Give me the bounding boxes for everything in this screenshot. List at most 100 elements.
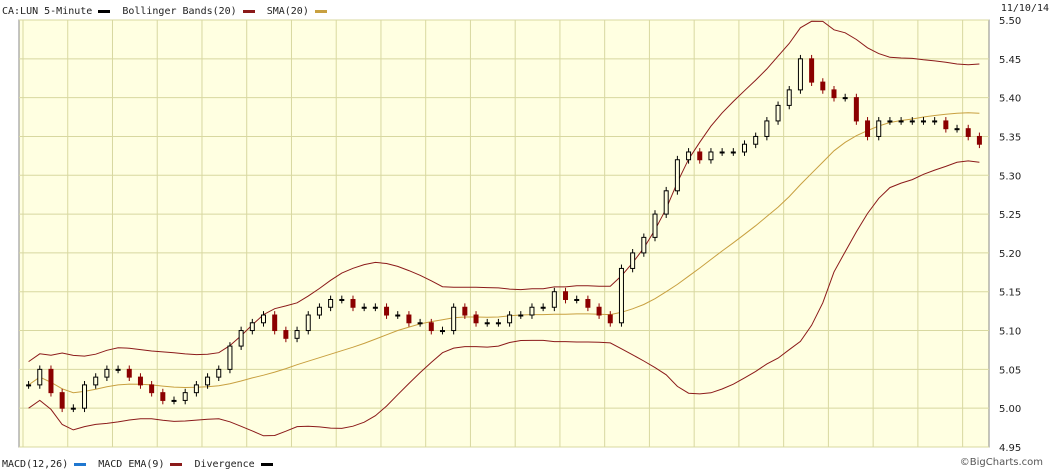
candle-body xyxy=(305,314,311,332)
candle-body xyxy=(943,120,949,130)
candle-body xyxy=(26,384,32,387)
candle-body xyxy=(484,322,490,325)
macd-label: MACD(12,26) xyxy=(2,458,69,470)
candle-body xyxy=(775,104,781,122)
candle-body xyxy=(451,306,457,332)
y-tick-label: 5.40 xyxy=(999,94,1021,105)
credit-text: ©BigCharts.com xyxy=(959,457,1043,468)
candle-body xyxy=(473,314,479,324)
candle-body xyxy=(182,392,188,401)
candle-body xyxy=(719,151,725,154)
candle-body xyxy=(126,368,132,378)
candle-body xyxy=(272,314,278,332)
candle-body xyxy=(249,322,255,332)
candle-body xyxy=(876,120,882,137)
candle-body xyxy=(540,306,546,309)
candle-body xyxy=(294,330,300,339)
candle-body xyxy=(887,120,893,123)
candle-body xyxy=(607,314,613,324)
candle-body xyxy=(104,368,110,378)
y-tick-label: 5.35 xyxy=(999,132,1021,143)
macd-ema-label: MACD EMA(9) xyxy=(98,458,165,470)
y-tick-label: 4.95 xyxy=(999,443,1021,454)
y-tick-label: 5.45 xyxy=(999,55,1021,66)
candle-body xyxy=(965,128,971,137)
candle-body xyxy=(529,306,535,316)
plot-area xyxy=(18,19,990,448)
candle-body xyxy=(753,135,759,145)
candle-body xyxy=(585,298,591,308)
candle-body xyxy=(439,330,445,333)
candle-body xyxy=(932,120,938,123)
candle-body xyxy=(518,314,524,317)
candle-body xyxy=(316,306,322,316)
candle-body xyxy=(551,291,557,308)
candle-body xyxy=(261,314,266,324)
candle-body xyxy=(831,89,837,99)
macd-ema-swatch xyxy=(170,462,183,466)
candle-body xyxy=(641,236,647,254)
candle-body xyxy=(59,392,65,409)
y-tick-label: 5.00 xyxy=(999,404,1021,415)
candle-body xyxy=(507,314,513,324)
candle-body xyxy=(596,306,602,316)
candle-body xyxy=(328,298,334,308)
divergence-swatch xyxy=(260,462,273,466)
candle-body xyxy=(395,314,401,317)
candle-body xyxy=(406,314,412,324)
candle-body xyxy=(976,135,982,145)
candle-body xyxy=(137,376,143,386)
price-chart-svg: 5.50 5.45 5.40 5.35 5.30 5.25 5.20 5.15 5.10 5.05… xyxy=(18,16,1021,454)
candle-body xyxy=(920,120,926,123)
candle-body xyxy=(865,120,871,137)
candle-body xyxy=(428,322,434,332)
candle-body xyxy=(909,120,915,123)
candle-body xyxy=(574,298,580,301)
y-tick-label: 5.15 xyxy=(999,288,1021,299)
candle-body xyxy=(797,58,803,91)
candle-body xyxy=(227,345,233,370)
candle-body xyxy=(193,384,199,394)
candle-body xyxy=(37,368,43,386)
candle-body xyxy=(674,159,680,192)
candle-body xyxy=(652,213,658,238)
candle-body xyxy=(70,407,76,410)
candle-body xyxy=(618,267,624,324)
macd-swatch xyxy=(74,462,87,466)
candle-body xyxy=(686,151,692,161)
candle-body xyxy=(697,151,703,161)
y-tick-label: 5.30 xyxy=(999,171,1021,182)
candle-body xyxy=(216,368,222,378)
candle-body xyxy=(462,306,468,316)
candle-body xyxy=(842,97,848,100)
candle-body xyxy=(48,368,54,394)
chart-panel: CA:LUN 5-Minute Bollinger Bands(20) SMA(… xyxy=(0,0,1055,475)
candle-body xyxy=(898,120,904,123)
candle-body xyxy=(384,306,390,316)
candle-body xyxy=(149,384,155,394)
divergence-label: Divergence xyxy=(194,458,255,470)
y-tick-label: 5.50 xyxy=(999,16,1021,27)
candle-body xyxy=(339,298,345,301)
candle-body xyxy=(205,376,211,386)
candle-body xyxy=(630,252,636,269)
candle-body xyxy=(372,306,378,309)
candle-body xyxy=(820,81,826,91)
candle-body xyxy=(764,120,770,137)
y-tick-label: 5.20 xyxy=(999,249,1021,260)
candle-body xyxy=(350,298,356,308)
y-tick-label: 5.10 xyxy=(999,327,1021,338)
y-tick-label: 5.05 xyxy=(999,365,1021,376)
candle-body xyxy=(361,306,367,309)
candle-body xyxy=(238,330,244,347)
candle-body xyxy=(82,384,88,409)
candle-body xyxy=(160,392,166,401)
candle-body xyxy=(742,143,747,153)
candle-body xyxy=(809,58,815,83)
candle-body xyxy=(115,368,121,371)
candle-body xyxy=(663,190,669,215)
bottom-legend: MACD(12,26) MACD EMA(9) Divergence xyxy=(2,457,281,471)
candle-body xyxy=(853,97,859,122)
candle-body xyxy=(283,330,289,339)
candle-body xyxy=(171,399,177,402)
